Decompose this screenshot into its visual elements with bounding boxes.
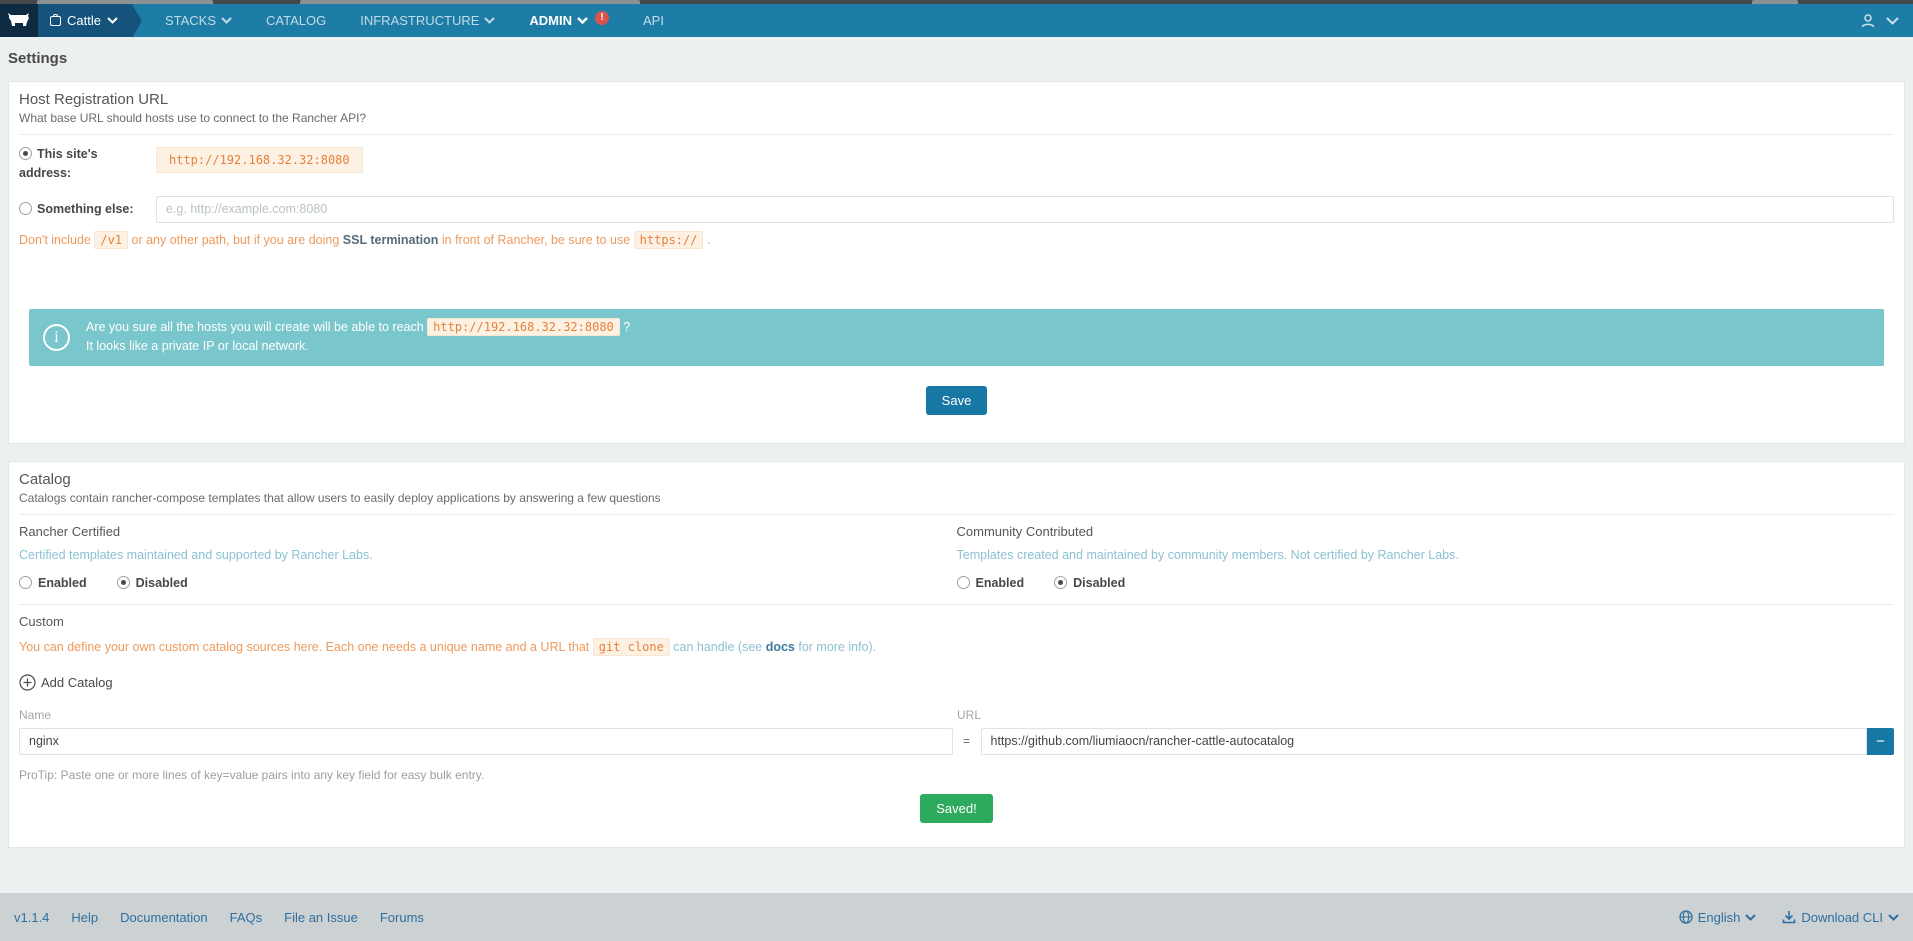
rancher-certified-description: Certified templates maintained and suppo… xyxy=(19,547,373,562)
catalog-subtitle: Catalogs contain rancher-compose templat… xyxy=(19,490,661,505)
community-disabled-radio[interactable] xyxy=(1054,576,1068,589)
host-registration-subtitle: What base URL should hosts use to connec… xyxy=(19,111,367,125)
banner-line-1: Are you sure all the hosts you will crea… xyxy=(86,317,631,336)
url-column-label: URL xyxy=(957,707,982,722)
download-cli-menu[interactable]: Download CLI xyxy=(1782,910,1899,925)
something-else-radio[interactable] xyxy=(19,201,32,215)
user-menu-chevron-icon[interactable] xyxy=(1886,16,1899,25)
custom-title: Custom xyxy=(19,613,64,629)
catalog-card: Catalog Catalogs contain rancher-compose… xyxy=(8,460,1905,848)
chevron-down-icon xyxy=(107,17,118,24)
save-button[interactable]: Save xyxy=(925,385,988,415)
globe-icon xyxy=(1679,910,1693,924)
nav-item-infrastructure[interactable]: INFRASTRUCTURE xyxy=(343,4,512,37)
protip-text: ProTip: Paste one or more lines of key=v… xyxy=(19,767,485,782)
info-icon: i xyxy=(43,323,70,351)
language-selector[interactable]: English xyxy=(1679,910,1757,925)
option-this-site-row: This site's address: http://192.168.32.3… xyxy=(19,145,1894,184)
banner-url-chip: http://192.168.32.32:8080 xyxy=(427,317,620,336)
rancher-certified-enabled-label[interactable]: Enabled xyxy=(38,576,87,590)
ssl-termination-text: SSL termination xyxy=(342,232,439,247)
footer-link-faqs[interactable]: FAQs xyxy=(230,910,263,925)
footer-link-forums[interactable]: Forums xyxy=(380,910,424,925)
community-disabled-label[interactable]: Disabled xyxy=(1073,576,1125,590)
rancher-certified-disabled-radio[interactable] xyxy=(116,576,130,589)
catalog-url-input[interactable] xyxy=(980,727,1867,755)
plus-circle-icon xyxy=(19,673,36,691)
something-else-input[interactable] xyxy=(156,195,1894,223)
name-column-label: Name xyxy=(19,707,52,722)
admin-alert-badge: ! xyxy=(595,10,610,25)
footer-link-documentation[interactable]: Documentation xyxy=(120,910,207,925)
option-something-else-row: Something else: xyxy=(19,195,1894,223)
option-something-else-label[interactable]: Something else: xyxy=(19,200,146,219)
remove-catalog-button[interactable]: − xyxy=(1867,727,1894,755)
environment-name: Cattle xyxy=(67,13,101,28)
environment-icon xyxy=(50,13,61,26)
footer-link-file-an-issue[interactable]: File an Issue xyxy=(284,910,358,925)
browser-frame-sliver xyxy=(0,0,1913,4)
option-this-site-label[interactable]: This site's address: xyxy=(19,145,146,184)
browser-tab-fragment xyxy=(1752,0,1798,4)
v1-code-chip: /v1 xyxy=(94,230,129,249)
host-registration-title: Host Registration URL xyxy=(19,91,169,108)
user-icon[interactable] xyxy=(1860,13,1876,29)
download-icon xyxy=(1782,910,1796,924)
top-navbar: Cattle STACKS CATALOG INFRASTRUCTURE ADM… xyxy=(0,4,1913,38)
chevron-down-icon xyxy=(1745,913,1757,921)
banner-line-2: It looks like a private IP or local netw… xyxy=(86,339,309,354)
cow-icon xyxy=(7,11,31,30)
community-enabled-label[interactable]: Enabled xyxy=(976,576,1025,590)
footer: v1.1.4 Help Documentation FAQs File an I… xyxy=(0,893,1913,941)
rancher-certified-enabled-radio[interactable] xyxy=(19,576,32,589)
rancher-certified-column: Rancher Certified Certified templates ma… xyxy=(19,524,957,590)
chevron-down-icon xyxy=(577,17,588,24)
rancher-certified-title: Rancher Certified xyxy=(19,523,121,539)
host-registration-card: Host Registration URL What base URL shou… xyxy=(8,81,1905,444)
browser-tab-fragment xyxy=(300,0,640,4)
community-enabled-radio[interactable] xyxy=(956,576,970,589)
git-clone-code-chip: git clone xyxy=(592,637,670,656)
registration-note: Don't include /v1 or any other path, but… xyxy=(19,230,711,249)
nav-item-catalog[interactable]: CATALOG xyxy=(249,4,343,37)
equals-separator: = xyxy=(962,734,970,748)
saved-button[interactable]: Saved! xyxy=(920,793,993,823)
version-label: v1.1.4 xyxy=(14,909,50,925)
nav-item-stacks[interactable]: STACKS xyxy=(148,4,249,37)
chevron-down-icon xyxy=(221,17,232,24)
nav-right xyxy=(1860,4,1913,37)
https-code-chip: https:// xyxy=(633,230,704,249)
footer-link-help[interactable]: Help xyxy=(71,910,98,925)
nav-item-api[interactable]: API xyxy=(626,4,681,37)
reachability-warning-banner: i Are you sure all the hosts you will cr… xyxy=(29,308,1884,366)
rancher-certified-disabled-label[interactable]: Disabled xyxy=(136,576,188,590)
page-title: Settings xyxy=(8,50,68,67)
nav-items: STACKS CATALOG INFRASTRUCTURE ADMIN ! AP… xyxy=(148,4,681,37)
divider xyxy=(19,513,1894,515)
community-contributed-column: Community Contributed Templates created … xyxy=(956,523,1895,590)
add-catalog-button[interactable]: Add Catalog xyxy=(19,673,113,691)
rancher-logo[interactable] xyxy=(0,4,38,37)
community-contributed-title: Community Contributed xyxy=(956,523,1094,539)
community-contributed-description: Templates created and maintained by comm… xyxy=(956,547,1459,562)
site-address-value: http://192.168.32.32:8080 xyxy=(156,147,363,173)
this-site-radio[interactable] xyxy=(19,147,32,160)
chevron-down-icon xyxy=(1888,913,1899,921)
docs-link[interactable]: docs xyxy=(766,640,795,654)
settings-page: Settings Host Registration URL What base… xyxy=(0,37,1913,848)
divider xyxy=(19,603,1894,605)
environment-arrow xyxy=(131,4,142,38)
catalog-name-input[interactable] xyxy=(19,727,953,755)
custom-note: You can define your own custom catalog s… xyxy=(19,637,877,656)
catalog-entry-row: = − xyxy=(19,727,1894,755)
catalog-title: Catalog xyxy=(19,470,71,488)
environment-selector[interactable]: Cattle xyxy=(38,4,132,37)
divider xyxy=(19,134,1894,135)
chevron-down-icon xyxy=(484,17,496,24)
nav-item-admin[interactable]: ADMIN ! xyxy=(512,4,626,37)
